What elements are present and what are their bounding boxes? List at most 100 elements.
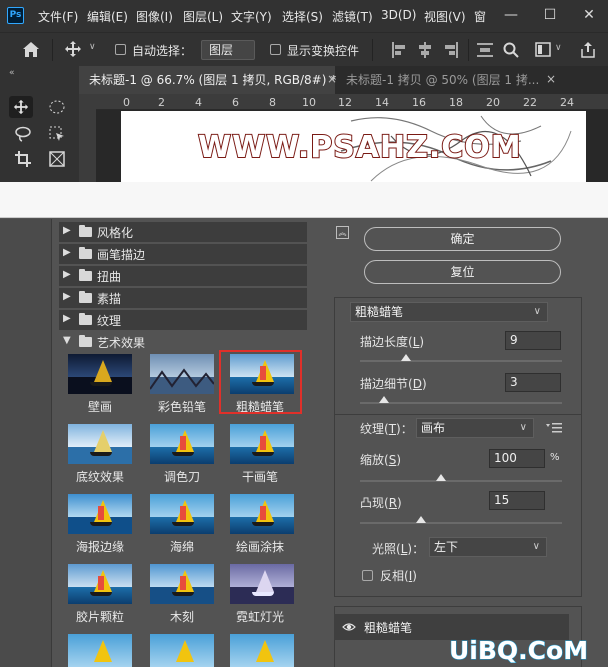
category-stylize[interactable]: ▶ 风格化 xyxy=(59,222,307,242)
ok-button[interactable]: 确定 xyxy=(364,227,561,251)
filter-thumb-dry-brush[interactable]: 干画笔 xyxy=(222,420,296,488)
menu-file[interactable]: 文件(F) xyxy=(38,8,78,25)
folder-icon xyxy=(79,225,92,237)
category-label: 扭曲 xyxy=(97,270,122,284)
document-canvas[interactable]: WWW.PSAHZ.COM xyxy=(121,111,586,182)
tab-document-2[interactable]: 未标题-1 拷贝 @ 50% (图层 1 拷... xyxy=(336,66,566,94)
filter-thumb-film-grain[interactable]: 胶片颗粒 xyxy=(62,560,136,628)
texture-value: 画布 xyxy=(421,421,446,435)
category-texture[interactable]: ▶ 纹理 xyxy=(59,310,307,330)
menu-filter[interactable]: 滤镜(T) xyxy=(332,8,373,25)
filter-thumb-palette-knife[interactable]: 调色刀 xyxy=(144,420,218,488)
auto-select-label: 自动选择： xyxy=(132,44,193,58)
filter-thumb-partial[interactable] xyxy=(68,634,132,667)
relief-input[interactable]: 15 xyxy=(489,491,545,510)
filter-label: 木刻 xyxy=(169,610,194,624)
stroke-detail-label: 描边细节(D) xyxy=(360,377,427,391)
filter-label: 胶片颗粒 xyxy=(75,610,124,624)
workspace-icon[interactable] xyxy=(535,42,551,57)
invert-label: 反相(I) xyxy=(380,569,417,583)
filter-thumb-colored-pencil[interactable]: 彩色铅笔 xyxy=(144,350,218,418)
tab-document-1[interactable]: 未标题-1 @ 66.7% (图层 1 拷贝, RGB/8#) * xyxy=(79,66,336,94)
marquee-tool-button[interactable] xyxy=(45,96,69,118)
chevron-down-icon[interactable]: ∨ xyxy=(89,42,96,52)
maximize-button[interactable]: ☐ xyxy=(531,2,569,28)
category-sketch[interactable]: ▶ 素描 xyxy=(59,288,307,308)
close-window-button[interactable]: ✕ xyxy=(570,2,608,28)
category-artistic[interactable]: ▼ 艺术效果 xyxy=(59,332,307,352)
menu-3d[interactable]: 3D(D) xyxy=(381,8,416,22)
menu-layer[interactable]: 图层(L) xyxy=(183,8,223,25)
category-brush-strokes[interactable]: ▶ 画笔描边 xyxy=(59,244,307,264)
collapse-arrow-icon: ▼ xyxy=(63,335,71,346)
folder-icon xyxy=(79,313,92,325)
crop-tool-button[interactable] xyxy=(11,148,35,170)
document-tabs: 未标题-1 @ 66.7% (图层 1 拷贝, RGB/8#) * × 未标题-… xyxy=(79,66,608,94)
frame-icon xyxy=(49,151,65,167)
menu-image[interactable]: 图像(I) xyxy=(136,8,173,25)
filter-thumb-fresco[interactable]: 壁画 xyxy=(62,350,136,418)
filter-label: 海报边缘 xyxy=(75,540,124,554)
lasso-tool-button[interactable] xyxy=(11,123,35,145)
filter-thumb-sponge[interactable]: 海绵 xyxy=(144,490,218,558)
filter-thumb-neon-glow[interactable]: 霓虹灯光 xyxy=(222,560,296,628)
close-tab-2-icon[interactable]: × xyxy=(546,72,556,86)
stroke-length-input[interactable]: 9 xyxy=(505,331,561,350)
stroke-detail-input[interactable]: 3 xyxy=(505,373,561,392)
reset-button[interactable]: 复位 xyxy=(364,260,561,284)
minimize-button[interactable]: — xyxy=(492,2,530,28)
stroke-length-slider[interactable] xyxy=(360,360,562,362)
align-left-icon[interactable] xyxy=(392,42,406,58)
filter-label: 霓虹灯光 xyxy=(235,610,284,624)
filter-type-dropdown[interactable]: 粗糙蜡笔 ∨ xyxy=(350,302,548,322)
eye-icon[interactable] xyxy=(342,620,356,634)
filter-thumb-partial[interactable] xyxy=(230,634,294,667)
thumbnail-image xyxy=(230,424,294,464)
relief-slider-handle[interactable] xyxy=(415,516,426,523)
auto-select-target-dropdown[interactable]: 图层 xyxy=(201,40,255,60)
photoshop-logo-icon[interactable]: Ps xyxy=(7,7,24,24)
collapse-gallery-icon[interactable]: ︽ xyxy=(336,226,349,239)
auto-select-checkbox[interactable] xyxy=(115,44,126,55)
filter-thumb-poster-edges[interactable]: 海报边缘 xyxy=(62,490,136,558)
frame-tool-button[interactable] xyxy=(45,148,69,170)
relief-slider[interactable] xyxy=(360,522,562,524)
thumbnail-image xyxy=(150,564,214,604)
search-icon[interactable] xyxy=(503,42,519,58)
invert-checkbox[interactable] xyxy=(362,570,373,581)
menu-window[interactable]: 窗 xyxy=(474,8,486,25)
align-right-icon[interactable] xyxy=(444,42,458,58)
show-transform-checkbox[interactable] xyxy=(270,44,281,55)
move-tool-icon[interactable] xyxy=(64,40,82,58)
preview-area[interactable] xyxy=(0,219,52,667)
filter-thumb-cutout[interactable]: 木刻 xyxy=(144,560,218,628)
stroke-length-label: 描边长度(L) xyxy=(360,335,425,349)
filter-thumb-paint-daubs[interactable]: 绘画涂抹 xyxy=(222,490,296,558)
category-distort[interactable]: ▶ 扭曲 xyxy=(59,266,307,286)
texture-dropdown[interactable]: 画布 ∨ xyxy=(416,418,534,438)
texture-menu-icon[interactable] xyxy=(546,422,562,433)
scaling-slider[interactable] xyxy=(360,480,562,482)
share-icon[interactable] xyxy=(580,41,596,58)
scaling-input[interactable]: 100 xyxy=(489,449,545,468)
stroke-detail-slider-handle[interactable] xyxy=(379,396,390,403)
menu-select[interactable]: 选择(S) xyxy=(282,8,323,25)
scaling-slider-handle[interactable] xyxy=(435,474,446,481)
light-direction-dropdown[interactable]: 左下 ∨ xyxy=(429,537,547,557)
move-tool-button[interactable] xyxy=(9,96,33,118)
thumbnail-image xyxy=(68,354,132,394)
collapse-panel-icon[interactable]: « xyxy=(9,68,15,78)
chevron-down-icon[interactable]: ∨ xyxy=(555,43,562,53)
stroke-length-slider-handle[interactable] xyxy=(401,354,412,361)
distribute-icon[interactable] xyxy=(477,43,493,57)
home-icon[interactable] xyxy=(22,41,40,58)
filter-thumb-underpainting[interactable]: 底纹效果 xyxy=(62,420,136,488)
menu-type[interactable]: 文字(Y) xyxy=(231,8,272,25)
filter-thumb-partial[interactable] xyxy=(150,634,214,667)
menu-edit[interactable]: 编辑(E) xyxy=(87,8,128,25)
stroke-detail-slider[interactable] xyxy=(360,402,562,404)
align-center-icon[interactable] xyxy=(418,42,432,58)
menu-view[interactable]: 视图(V) xyxy=(424,8,466,25)
auto-select-target-value: 图层 xyxy=(209,43,234,57)
object-select-tool-button[interactable] xyxy=(45,123,69,145)
